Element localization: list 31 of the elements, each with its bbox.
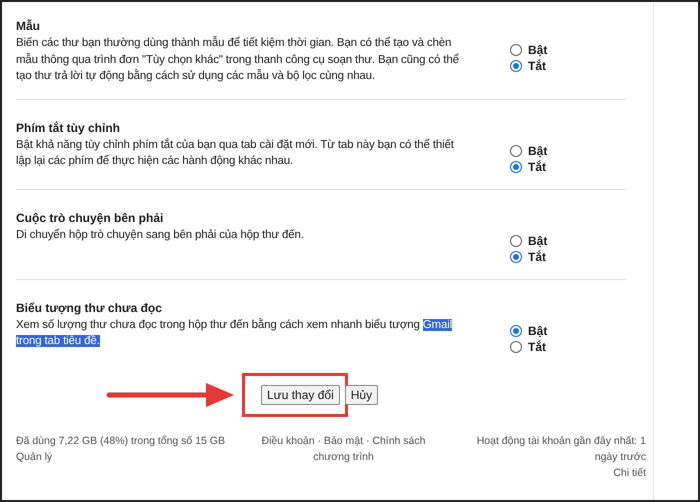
- activity-text: Hoạt động tài khoản gần đây nhất: 1 ngày trước: [476, 434, 646, 464]
- radio-label[interactable]: Tắt: [528, 58, 546, 72]
- setting-title: Cuộc trò chuyện bên phải: [16, 210, 164, 226]
- details-link[interactable]: Chi tiết: [613, 464, 646, 480]
- storage-text: Đã dùng 7,22 GB (48%) trong tổng số 15 GB: [16, 434, 226, 448]
- setting-description: Bật khả năng tùy chỉnh phím tắt của bạn qua tab cài đặt mới. Từ tab này bạn có thể thiết lập lại các phím để thực hiện các hành động khác nhau.: [16, 137, 455, 169]
- manage-link[interactable]: Quản lý: [16, 448, 231, 464]
- setting-description: Biến các thư bạn thường dùng thành mẫu để tiết kiệm thời gian. Bạn có thể tạo và chèn mẫu thông qua trình đơn "Tùy chọn khác" trong thanh công cụ soạn thư. Bạn cũng có thể tạo thư trả lời tự động bằng cách sử dụng các mẫu và bộ lọc cùng nhau.: [16, 35, 460, 84]
- setting-title: Mẫu: [16, 18, 41, 35]
- radio-button[interactable]: [510, 251, 522, 263]
- radio-label[interactable]: Bật: [528, 234, 548, 248]
- radio-button[interactable]: [510, 341, 522, 353]
- radio-button[interactable]: [510, 235, 522, 247]
- legal-links[interactable]: Điều khoản · Bảo mật · Chính sách chương trình: [244, 432, 444, 464]
- radio-button[interactable]: [510, 44, 522, 56]
- radio-label[interactable]: Bật: [528, 144, 548, 158]
- save-button[interactable]: Lưu thay đổi: [261, 384, 340, 404]
- radio-label[interactable]: Bật: [528, 42, 548, 56]
- cancel-button[interactable]: Hủy: [344, 384, 378, 404]
- radio-label[interactable]: Tắt: [528, 160, 546, 174]
- radio-label[interactable]: Tắt: [528, 340, 546, 354]
- radio-label[interactable]: Tắt: [528, 250, 546, 264]
- radio-button[interactable]: [510, 60, 522, 72]
- radio-button[interactable]: [510, 145, 522, 157]
- radio-button[interactable]: [510, 161, 522, 173]
- setting-description: Di chuyển hộp trò chuyện sang bên phải của hộp thư đến.: [16, 228, 305, 242]
- setting-description: Xem số lượng thư chưa đọc trong hộp thư đến bằng cách xem nhanh biểu tượng Gmail trong tab tiêu đề.: [16, 317, 454, 349]
- radio-label[interactable]: Bật: [528, 324, 548, 338]
- setting-title: Biểu tượng thư chưa đọc: [16, 300, 163, 316]
- radio-button[interactable]: [510, 325, 522, 337]
- setting-title: Phím tắt tùy chỉnh: [16, 120, 122, 136]
